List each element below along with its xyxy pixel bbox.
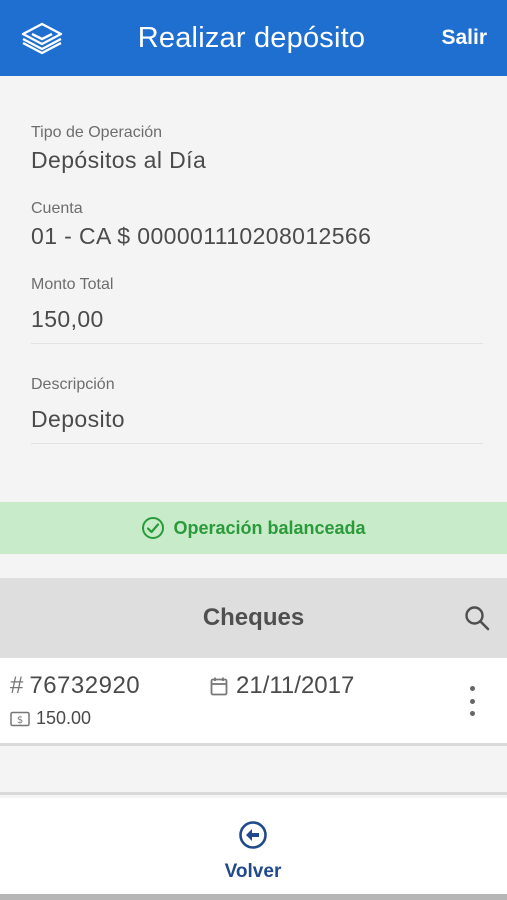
deposit-form: Tipo de Operación Depósitos al Día Cuent…: [0, 76, 507, 502]
description-value[interactable]: Deposito: [31, 406, 483, 433]
operation-type-field: Tipo de Operación Depósitos al Día: [31, 124, 483, 174]
operation-type-value: Depósitos al Día: [31, 147, 207, 173]
bottom-bar: Volver: [0, 798, 507, 894]
more-vert-icon[interactable]: [467, 686, 477, 716]
description-label: Descripción: [31, 376, 115, 393]
total-amount-value[interactable]: 150,00: [31, 306, 483, 333]
search-icon[interactable]: [463, 604, 491, 632]
cheque-amount-value: 150.00: [36, 708, 92, 728]
back-button[interactable]: Volver: [203, 820, 303, 884]
status-banner: Operación balanceada: [0, 502, 507, 554]
cheque-number-value: 76732920: [29, 672, 141, 699]
money-icon: $: [10, 711, 30, 727]
list-spacer: [0, 749, 507, 795]
exit-button[interactable]: Salir: [441, 0, 487, 76]
hash-icon: #: [10, 672, 24, 699]
arrow-left-circle-icon: [238, 820, 268, 855]
operation-type-label: Tipo de Operación: [31, 124, 163, 141]
cheques-title: Cheques: [202, 604, 305, 631]
cheque-list-item[interactable]: # 76732920 21/11/2017 $ 150.00: [0, 658, 507, 746]
account-field: Cuenta 01 - CA $ 000001110208012566: [31, 200, 483, 250]
account-value: 01 - CA $ 000001110208012566: [31, 223, 372, 249]
app-header: Realizar depósito Salir: [0, 0, 507, 76]
calendar-icon: [210, 676, 228, 696]
page-title: Realizar depósito: [137, 21, 366, 54]
cheque-date-value: 21/11/2017: [236, 672, 355, 699]
cheque-number: # 76732920: [10, 672, 140, 700]
account-label: Cuenta: [31, 200, 83, 217]
back-label: Volver: [224, 861, 282, 882]
total-amount-field[interactable]: Monto Total 150,00: [31, 276, 483, 344]
total-amount-label: Monto Total: [31, 276, 114, 293]
description-field[interactable]: Descripción Deposito: [31, 376, 483, 444]
cheques-section-header: Cheques: [0, 578, 507, 658]
status-text: Operación balanceada: [173, 517, 366, 538]
cheque-date: 21/11/2017: [210, 672, 354, 700]
cheque-amount: $ 150.00: [10, 708, 91, 729]
svg-text:$: $: [17, 715, 23, 726]
check-circle-icon: [141, 516, 165, 540]
bottom-edge: [0, 894, 507, 900]
